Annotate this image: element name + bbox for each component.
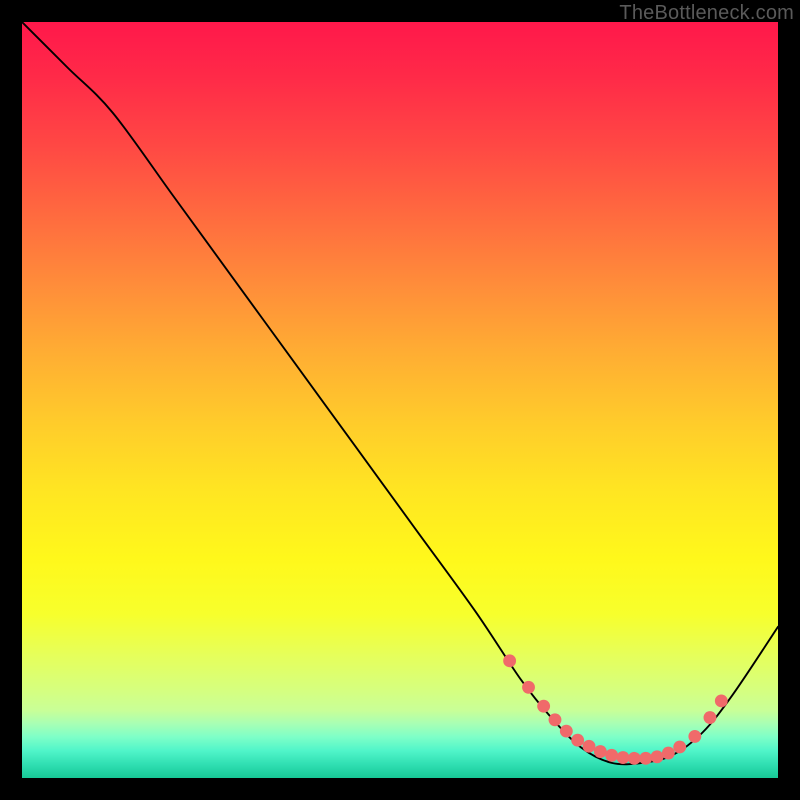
watermark-text: TheBottleneck.com: [619, 2, 794, 25]
marker-dot: [537, 700, 550, 713]
marker-dot: [503, 654, 516, 667]
plot-area: [22, 22, 778, 778]
emphasis-markers: [503, 654, 728, 764]
marker-dot: [549, 713, 562, 726]
marker-dot: [662, 747, 675, 760]
marker-dot: [522, 681, 535, 694]
marker-dot: [704, 711, 717, 724]
marker-dot: [673, 741, 686, 754]
chart-frame: TheBottleneck.com: [0, 0, 800, 800]
marker-dot: [688, 730, 701, 743]
marker-dot: [715, 694, 728, 707]
marker-dot: [571, 734, 584, 747]
marker-dot: [594, 745, 607, 758]
marker-dot: [651, 750, 664, 763]
curve-line: [22, 22, 778, 764]
marker-dot: [583, 740, 596, 753]
marker-dot: [560, 725, 573, 738]
chart-svg: [22, 22, 778, 778]
marker-dot: [628, 752, 641, 765]
marker-dot: [639, 752, 652, 765]
marker-dot: [605, 749, 618, 762]
marker-dot: [617, 751, 630, 764]
